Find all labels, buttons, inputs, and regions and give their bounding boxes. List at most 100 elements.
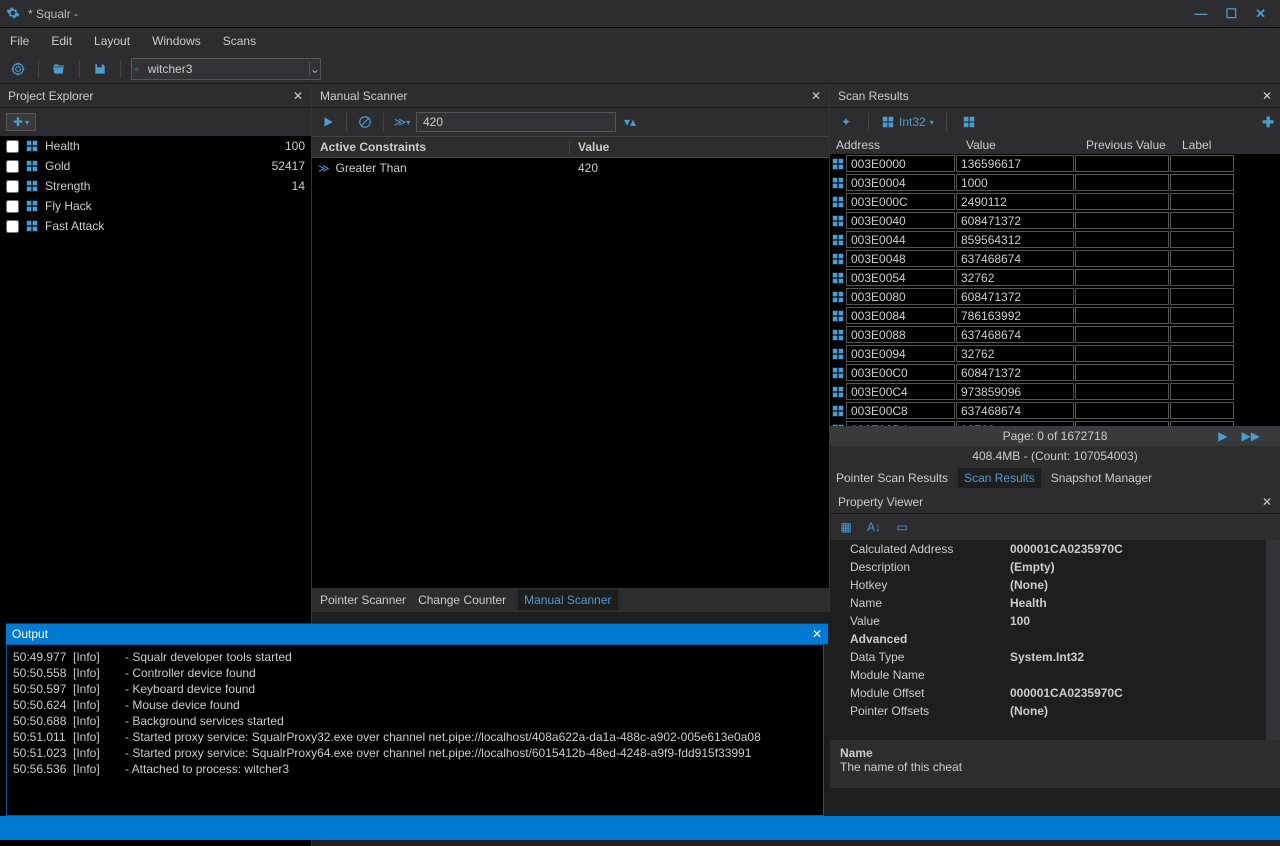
result-row[interactable]: 003E0004 1000	[830, 173, 1280, 192]
add-result-button[interactable]: ✚	[1262, 114, 1274, 131]
property-row[interactable]: NameHealth	[830, 594, 1266, 612]
minimize-button[interactable]: —	[1194, 6, 1207, 22]
result-row[interactable]: 003E0094 32762	[830, 344, 1280, 363]
result-row[interactable]: 003E000C 2490112	[830, 192, 1280, 211]
property-row[interactable]: Description(Empty)	[830, 558, 1266, 576]
cell-prev	[1075, 269, 1169, 286]
cell-prev	[1075, 174, 1169, 191]
filter-icon[interactable]: ▾▴	[620, 112, 640, 132]
result-row[interactable]: 003E00C0 608471372	[830, 363, 1280, 382]
status-text: 408.4MB - (Count: 107054003)	[972, 449, 1137, 463]
project-item[interactable]: Health 100	[0, 136, 311, 156]
result-row[interactable]: 003E0088 637468674	[830, 325, 1280, 344]
result-row[interactable]: 003E00C4 973859096	[830, 382, 1280, 401]
prop-page-icon[interactable]: ▭	[892, 517, 912, 537]
cell-address: 003E0084	[846, 307, 955, 324]
categorize-icon[interactable]: ▦	[836, 517, 856, 537]
next-page-icon[interactable]: ▶	[1218, 429, 1227, 443]
grid-icon[interactable]	[959, 112, 979, 132]
scanner-tabs: Pointer Scanner Change Counter Manual Sc…	[312, 588, 829, 612]
item-checkbox[interactable]	[6, 180, 19, 193]
close-icon[interactable]: ✕	[1262, 89, 1272, 103]
result-row[interactable]: 003E0040 608471372	[830, 211, 1280, 230]
tab-pointer-scanner[interactable]: Pointer Scanner	[320, 593, 406, 607]
data-icon	[25, 219, 39, 233]
constraint-type-icon[interactable]: ≫ ▾	[392, 112, 412, 132]
tab-pointer-results[interactable]: Pointer Scan Results	[836, 471, 948, 485]
menu-file[interactable]: File	[10, 34, 29, 48]
data-icon	[830, 385, 846, 399]
save-icon[interactable]	[90, 59, 110, 79]
cell-label	[1170, 288, 1234, 305]
cell-value: 608471372	[956, 288, 1074, 305]
col-address: Address	[830, 138, 960, 152]
cell-prev	[1075, 383, 1169, 400]
property-row[interactable]: Module Name	[830, 666, 1266, 684]
close-icon[interactable]: ✕	[812, 627, 822, 641]
prop-key: Data Type	[850, 650, 1010, 664]
prop-key: Calculated Address	[850, 542, 1010, 556]
property-row[interactable]: Module Offset000001CA0235970C	[830, 684, 1266, 702]
property-category[interactable]: Advanced	[830, 630, 1266, 648]
refresh-icon[interactable]: ✦	[836, 112, 856, 132]
play-icon[interactable]	[318, 112, 338, 132]
menu-layout[interactable]: Layout	[94, 34, 130, 48]
prop-key: Name	[850, 596, 1010, 610]
close-icon[interactable]: ✕	[293, 89, 303, 103]
result-row[interactable]: 003E0044 859564312	[830, 230, 1280, 249]
cell-prev	[1075, 326, 1169, 343]
log-msg: - Squalr developer tools started	[125, 649, 292, 665]
property-row[interactable]: Pointer Offsets(None)	[830, 702, 1266, 720]
scan-value-input[interactable]	[416, 112, 616, 132]
menu-edit[interactable]: Edit	[51, 34, 72, 48]
result-row[interactable]: 003E0080 608471372	[830, 287, 1280, 306]
output-body: 50:49.977[Info]- Squalr developer tools …	[6, 644, 824, 816]
log-timestamp: 50:50.558	[13, 665, 73, 681]
constraint-row[interactable]: ≫Greater Than420	[312, 158, 829, 178]
close-icon[interactable]: ✕	[1262, 495, 1272, 509]
property-row[interactable]: Value100	[830, 612, 1266, 630]
close-icon[interactable]: ✕	[811, 89, 821, 103]
result-row[interactable]: 003E0000 136596617	[830, 154, 1280, 173]
project-item[interactable]: Gold 52417	[0, 156, 311, 176]
result-row[interactable]: 003E0048 637468674	[830, 249, 1280, 268]
process-selector[interactable]: ◦ ⌄	[131, 58, 321, 80]
tab-change-counter[interactable]: Change Counter	[418, 593, 506, 607]
process-icon: ◦	[132, 59, 142, 79]
result-row[interactable]: 003E00C8 637468674	[830, 401, 1280, 420]
maximize-button[interactable]: ☐	[1225, 6, 1237, 22]
process-input[interactable]	[142, 62, 309, 76]
property-row[interactable]: Calculated Address000001CA0235970C	[830, 540, 1266, 558]
item-checkbox[interactable]	[6, 160, 19, 173]
item-checkbox[interactable]	[6, 220, 19, 233]
property-row[interactable]: Data TypeSystem.Int32	[830, 648, 1266, 666]
data-icon	[830, 404, 846, 418]
close-button[interactable]: ✕	[1255, 6, 1266, 22]
open-icon[interactable]	[49, 59, 69, 79]
result-row[interactable]: 003E0084 786163992	[830, 306, 1280, 325]
cell-label	[1170, 269, 1234, 286]
result-row[interactable]: 003E0054 32762	[830, 268, 1280, 287]
data-type-selector[interactable]: Int32 ▾	[881, 115, 934, 129]
menu-scans[interactable]: Scans	[223, 34, 256, 48]
tab-manual-scanner[interactable]: Manual Scanner	[518, 590, 617, 610]
sort-icon[interactable]: A↓	[864, 517, 884, 537]
cancel-icon[interactable]	[355, 112, 375, 132]
constraints-grid-body: ≫Greater Than420	[312, 158, 829, 588]
project-item[interactable]: Fly Hack	[0, 196, 311, 216]
cell-value: 2490112	[956, 193, 1074, 210]
cell-prev	[1075, 212, 1169, 229]
tab-snapshot-manager[interactable]: Snapshot Manager	[1051, 471, 1152, 485]
add-button[interactable]: ✚ ▾	[6, 113, 36, 131]
project-item[interactable]: Strength 14	[0, 176, 311, 196]
cell-value: 637468674	[956, 250, 1074, 267]
target-icon[interactable]	[8, 59, 28, 79]
item-checkbox[interactable]	[6, 200, 19, 213]
last-page-icon[interactable]: ▶▶	[1242, 429, 1260, 443]
menu-windows[interactable]: Windows	[152, 34, 201, 48]
property-row[interactable]: Hotkey(None)	[830, 576, 1266, 594]
tab-scan-results[interactable]: Scan Results	[958, 468, 1041, 488]
item-checkbox[interactable]	[6, 140, 19, 153]
project-item[interactable]: Fast Attack	[0, 216, 311, 236]
process-dropdown-icon[interactable]: ⌄	[309, 62, 320, 76]
